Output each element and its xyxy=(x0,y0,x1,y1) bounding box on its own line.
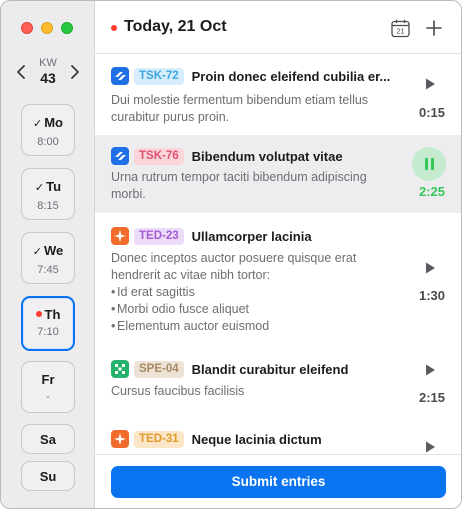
plus-icon xyxy=(426,20,442,36)
chevron-right-icon xyxy=(71,65,79,79)
day-name: Th xyxy=(44,307,61,322)
task-tag: TED-31 xyxy=(134,430,184,448)
entry-bullet-list: Id erat sagittis Morbi odio fusce alique… xyxy=(111,284,393,335)
start-timer-button[interactable] xyxy=(423,440,437,454)
calendar-icon-day: 21 xyxy=(396,27,404,36)
entry-title: Proin donec eleifend cubilia er... xyxy=(191,68,391,84)
time-entry[interactable]: TED-31 Neque lacinia dictum xyxy=(95,421,461,454)
day-name: Mo xyxy=(44,115,63,130)
add-entry-button[interactable] xyxy=(424,16,444,38)
window-controls xyxy=(21,22,73,34)
chevron-left-icon xyxy=(17,65,25,79)
next-week-button[interactable] xyxy=(69,64,81,80)
checkmark-icon: ✓ xyxy=(34,182,45,194)
week-label: KW xyxy=(39,57,57,69)
play-icon xyxy=(426,262,435,274)
day-name: We xyxy=(43,243,64,258)
page-title: Today, 21 Oct xyxy=(124,18,227,35)
start-timer-button[interactable] xyxy=(423,261,437,275)
linear-icon xyxy=(111,360,129,378)
pause-timer-button[interactable] xyxy=(412,147,446,181)
day-tuesday[interactable]: ✓ Tu 8:15 xyxy=(21,168,75,220)
list-item: Morbi odio fusce aliquet xyxy=(111,301,393,318)
list-item: Id erat sagittis xyxy=(111,284,393,301)
asana-icon xyxy=(111,430,129,448)
day-total: 8:15 xyxy=(37,200,59,212)
day-total: 7:10 xyxy=(37,326,59,338)
pause-icon xyxy=(425,158,428,170)
start-timer-button[interactable] xyxy=(423,363,437,377)
entry-description: Dui molestie fermentum bibendum etiam te… xyxy=(111,93,369,124)
day-wednesday[interactable]: ✓ We 7:45 xyxy=(21,232,75,284)
play-icon xyxy=(426,78,435,90)
entry-title: Neque lacinia dictum xyxy=(191,431,322,447)
time-entry-running[interactable]: TSK-76 Bibendum volutpat vitae Urna rutr… xyxy=(95,135,461,213)
task-tag: TSK-76 xyxy=(134,147,184,165)
day-sunday[interactable]: Su xyxy=(21,461,75,491)
entry-description-text: Donec inceptos auctor posuere quisque er… xyxy=(111,251,357,282)
footer: Submit entries xyxy=(95,454,461,508)
zoom-window-button[interactable] xyxy=(61,22,73,34)
task-tag: SPE-04 xyxy=(134,360,184,378)
entry-title: Bibendum volutpat vitae xyxy=(191,148,343,164)
today-indicator xyxy=(111,25,117,31)
entry-duration: 2:15 xyxy=(418,390,445,405)
previous-week-button[interactable] xyxy=(15,64,27,80)
day-name: Sa xyxy=(40,432,56,447)
day-saturday[interactable]: Sa xyxy=(21,424,75,454)
jira-icon xyxy=(111,147,129,165)
day-total: 8:00 xyxy=(37,136,59,148)
entry-title: Blandit curabitur eleifend xyxy=(191,361,349,377)
submit-entries-button[interactable]: Submit entries xyxy=(111,466,446,498)
list-item: Elementum auctor euismod xyxy=(111,318,393,335)
checkmark-icon: ✓ xyxy=(32,246,42,258)
entry-description: Donec inceptos auctor posuere quisque er… xyxy=(111,250,393,335)
app-window: KW 43 ✓ Mo 8:00 ✓ Tu 8:15 ✓ We 7:45 Th 7:10… xyxy=(0,0,462,509)
day-name: Tu xyxy=(46,179,62,194)
calendar-icon: 21 xyxy=(391,19,410,38)
entry-duration: 1:30 xyxy=(418,288,445,303)
entry-duration: 0:15 xyxy=(418,105,445,120)
entry-description: Cursus faucibus facilisis xyxy=(111,384,245,398)
task-tag: TSK-72 xyxy=(134,67,184,85)
day-name: Su xyxy=(39,469,57,484)
day-monday[interactable]: ✓ Mo 8:00 xyxy=(21,104,75,156)
day-name: Fr xyxy=(41,372,55,387)
start-timer-button[interactable] xyxy=(423,77,437,91)
main-panel: Today, 21 Oct 21 TSK-72 Proin donec elei… xyxy=(95,1,461,508)
day-thursday[interactable]: Th 7:10 xyxy=(21,296,75,351)
calendar-button[interactable]: 21 xyxy=(391,19,410,38)
week-navigator: KW 43 xyxy=(1,57,95,87)
today-indicator xyxy=(35,311,42,317)
week-number: 43 xyxy=(40,70,56,86)
day-total: 7:45 xyxy=(37,264,59,276)
close-window-button[interactable] xyxy=(21,22,33,34)
jira-icon xyxy=(111,67,129,85)
asana-icon xyxy=(111,227,129,245)
entry-title: Ullamcorper lacinia xyxy=(191,228,312,244)
minimize-window-button[interactable] xyxy=(41,22,53,34)
sidebar: KW 43 ✓ Mo 8:00 ✓ Tu 8:15 ✓ We 7:45 Th 7:10… xyxy=(1,1,95,508)
play-icon xyxy=(426,441,435,453)
day-friday[interactable]: Fr - xyxy=(21,361,75,413)
time-entry[interactable]: TSK-72 Proin donec eleifend cubilia er..… xyxy=(95,55,461,135)
header: Today, 21 Oct 21 xyxy=(95,1,461,54)
time-entry[interactable]: TED-23 Ullamcorper lacinia Donec incepto… xyxy=(95,213,461,341)
task-tag: TED-23 xyxy=(134,227,184,245)
time-entry[interactable]: SPE-04 Blandit curabitur eleifend Cursus… xyxy=(95,341,461,421)
entry-description: Urna rutrum tempor taciti bibendum adipi… xyxy=(111,170,367,201)
day-total: - xyxy=(46,391,50,403)
entry-duration: 2:25 xyxy=(418,184,445,199)
play-icon xyxy=(426,364,435,376)
checkmark-icon: ✓ xyxy=(33,118,43,130)
